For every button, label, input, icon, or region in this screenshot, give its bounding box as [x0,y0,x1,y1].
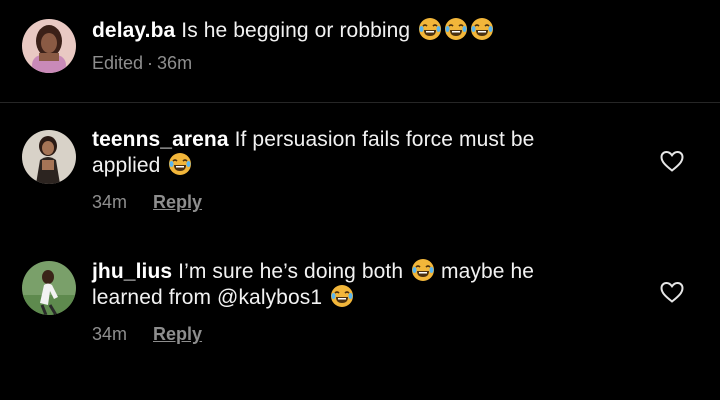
avatar[interactable] [22,261,76,315]
heart-outline-icon[interactable] [659,280,685,304]
comment-username[interactable]: delay.ba [92,19,175,42]
comment-text-continued: maybe he [441,260,535,283]
comment-text: Is he begging or robbing [181,19,411,42]
meta-separator: · [147,53,154,73]
face-with-tears-of-joy-icon [444,17,468,41]
face-with-tears-of-joy-icon [411,258,435,282]
reply-button[interactable]: Reply [153,192,202,212]
edited-label: Edited [92,53,144,73]
face-with-tears-of-joy-icon [168,152,192,176]
comment-time: 34m [92,324,128,344]
comment-time: 34m [92,192,128,212]
divider [0,102,720,103]
heart-outline-icon[interactable] [659,149,685,173]
comment-time: 36m [157,53,193,73]
comment-meta: Edited · 36m [92,53,632,74]
comment-username[interactable]: jhu_lius [92,260,172,283]
face-with-tears-of-joy-icon [418,17,442,41]
avatar[interactable] [22,19,76,73]
face-with-tears-of-joy-icon [470,17,494,41]
avatar[interactable] [22,130,76,184]
comment-text: If persuasion fails force must be [234,128,535,151]
face-with-tears-of-joy-icon [330,284,354,308]
comment-meta: 34m Reply [92,324,632,345]
comment-text-mention[interactable]: learned from @kalybos1 [92,286,322,309]
reply-button[interactable]: Reply [153,324,202,344]
comment-text-continued: applied [92,154,161,177]
comments-screen: delay.ba Is he begging or robbing Edited ·… [0,0,720,400]
comment-username[interactable]: teenns_arena [92,128,229,151]
comment-meta: 34m Reply [92,192,632,213]
comment-text: I’m sure he’s doing both [178,260,404,283]
